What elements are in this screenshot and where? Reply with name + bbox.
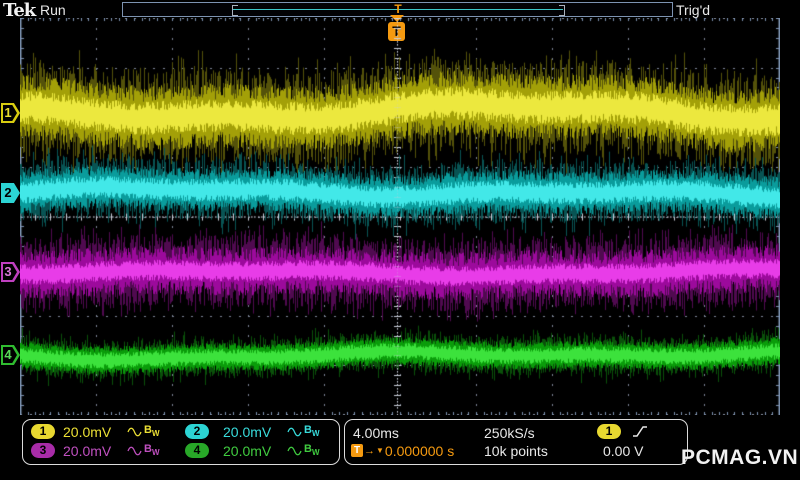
trigger-level: 0.00 V bbox=[603, 443, 644, 459]
channel-3-scale: 20.0mV bbox=[63, 443, 112, 459]
bandwidth-limit-icon: BW bbox=[304, 424, 320, 439]
ac-coupling-icon bbox=[287, 427, 302, 436]
channel-marker-2-number: 2 bbox=[4, 185, 12, 200]
acquisition-status: Run bbox=[40, 2, 66, 18]
right-arrow-icon: → bbox=[364, 444, 375, 457]
bandwidth-limit-icon: BW bbox=[304, 443, 320, 458]
trigger-t-icon: T bbox=[351, 444, 363, 457]
channel-2-badge: 2 bbox=[185, 424, 209, 439]
channel-marker-1: 1 bbox=[1, 103, 20, 123]
channel-marker-2: 2 bbox=[1, 183, 20, 203]
record-trigger-position-icon: T bbox=[394, 2, 402, 16]
window-bracket-left-icon bbox=[232, 5, 238, 16]
ac-coupling-icon bbox=[127, 446, 142, 455]
trigger-status: Trig'd bbox=[676, 2, 711, 18]
channel-readout-box: 1 20.0mV BW 2 20.0mV BW 3 20.0mV BW 4 20… bbox=[22, 419, 340, 465]
channel-4-badge: 4 bbox=[185, 443, 209, 458]
sample-rate: 250kS/s bbox=[484, 425, 535, 441]
record-length: 10k points bbox=[484, 443, 548, 459]
channel-3-badge: 3 bbox=[31, 443, 55, 458]
channel-marker-4-number: 4 bbox=[4, 347, 12, 362]
ac-coupling-icon bbox=[287, 446, 302, 455]
channel-1-badge: 1 bbox=[31, 424, 55, 439]
channel-2-scale: 20.0mV bbox=[223, 424, 272, 440]
bandwidth-limit-icon: BW bbox=[144, 443, 160, 458]
horizontal-trigger-readout-box: 4.00ms 250kS/s 1 T → ▼ 0.000000 s 10k po… bbox=[344, 419, 688, 465]
channel-marker-3: 3 bbox=[1, 262, 20, 282]
bandwidth-limit-icon: BW bbox=[144, 424, 160, 439]
down-arrow-icon: ▼ bbox=[376, 446, 384, 455]
channel-marker-3-number: 3 bbox=[4, 264, 12, 279]
oscilloscope-screen: Tek Run T Trig'd T 1 2 3 4 1 20.0mV BW bbox=[0, 0, 800, 480]
trigger-position-value: 0.000000 s bbox=[384, 442, 455, 459]
waveform-canvas bbox=[20, 18, 780, 415]
rising-edge-icon bbox=[633, 426, 647, 437]
trigger-source-badge: 1 bbox=[597, 424, 621, 439]
trigger-position-readout: T → ▼ 0.000000 s bbox=[351, 442, 455, 459]
channel-4-scale: 20.0mV bbox=[223, 443, 272, 459]
time-scale: 4.00ms bbox=[353, 425, 399, 441]
window-bracket-right-icon bbox=[559, 5, 565, 16]
channel-marker-1-number: 1 bbox=[4, 105, 12, 120]
watermark: PCMAG.VN bbox=[681, 446, 799, 469]
channel-1-scale: 20.0mV bbox=[63, 424, 112, 440]
channel-marker-4: 4 bbox=[1, 345, 20, 365]
ac-coupling-icon bbox=[127, 427, 142, 436]
